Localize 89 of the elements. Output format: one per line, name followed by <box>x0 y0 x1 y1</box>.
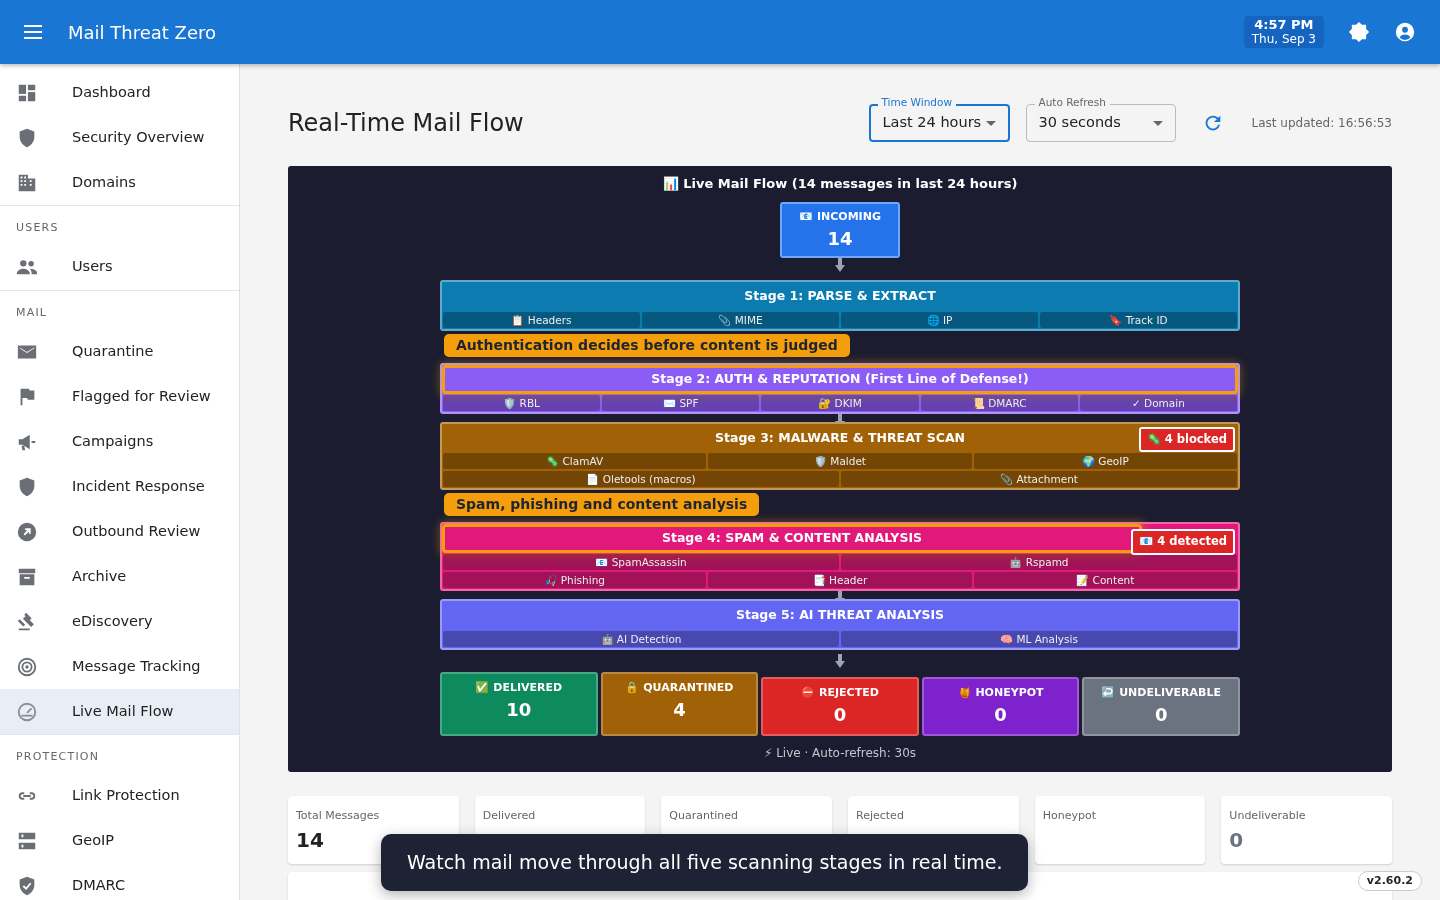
field-label: Time Window <box>877 96 956 109</box>
section-heading: USERS <box>0 205 239 245</box>
stat-value: 0 <box>1229 826 1244 854</box>
incoming-count: 14 <box>826 227 854 251</box>
sidebar-item[interactable]: Campaigns <box>0 419 239 464</box>
down-arrow-icon <box>834 258 846 272</box>
stat-label: Quarantined <box>669 808 740 825</box>
outcome-label: ⛔ REJECTED <box>800 684 880 701</box>
outcome-label: 🍯 HONEYPOT <box>956 684 1045 701</box>
app-title: Mail Threat Zero <box>68 20 216 45</box>
stage-title: Stage 2: AUTH & REPUTATION (First Line of Defense!) <box>442 364 1238 394</box>
arrow-circle-icon <box>16 520 38 543</box>
caret-icon <box>985 120 996 126</box>
menu-icon[interactable] <box>24 24 44 40</box>
sidebar-item[interactable]: DMARC <box>0 863 239 900</box>
outcome-count: 10 <box>505 698 533 723</box>
check-label: 🤖 AI Detection <box>443 630 839 647</box>
check-label: 📎 Attachment <box>841 471 1237 488</box>
sidebar-item[interactable]: Quarantine <box>0 329 239 374</box>
check-label: 🎣 Phishing <box>443 572 707 588</box>
sidebar-item[interactable]: GeoIP <box>0 818 239 864</box>
outcome-count: 0 <box>1153 703 1169 728</box>
status-badge: 🦠 4 blocked <box>1138 426 1235 452</box>
clock-date: Thu, Sep 3 <box>1251 32 1316 46</box>
section-heading: PROTECTION <box>0 734 239 774</box>
check-label: 📜 DMARC <box>920 394 1078 411</box>
sidebar-item[interactable]: Security Overview <box>0 115 239 160</box>
callout-label: Spam, phishing and content analysis <box>444 493 760 517</box>
check-label: ✓ Domain <box>1079 394 1237 411</box>
clock-time: 4:57 PM <box>1253 18 1315 33</box>
sidebar-item[interactable]: Dashboard <box>0 70 239 115</box>
check-label: 📧 SpamAssassin <box>443 554 839 570</box>
stage-title: Stage 3: MALWARE & THREAT SCAN <box>713 428 967 447</box>
status-badge: 📧 4 detected <box>1131 529 1235 555</box>
stage-title: Stage 5: AI THREAT ANALYSIS <box>734 606 946 624</box>
sidebar-item[interactable]: eDiscovery <box>0 599 239 644</box>
check-label: 📎 MIME <box>642 311 839 328</box>
sidebar-item[interactable]: Incident Response <box>0 464 239 509</box>
field-label: Auto Refresh <box>1034 96 1110 109</box>
check-label: 📑 Header <box>708 572 972 588</box>
stat-label: Undeliverable <box>1229 808 1307 825</box>
stat-label: Rejected <box>856 808 905 825</box>
server-icon <box>16 830 38 852</box>
outcome-count: 4 <box>672 698 687 723</box>
check-label: 🌐 IP <box>841 311 1038 328</box>
check-label: 🧠 ML Analysis <box>841 630 1237 647</box>
stat-label: Delivered <box>482 808 537 825</box>
sidebar-item[interactable]: Archive <box>0 554 239 599</box>
incoming-label: 📧 INCOMING <box>798 208 882 225</box>
sidebar-item[interactable]: Link Protection <box>0 773 239 819</box>
tooltip: Watch mail move through all five scanning stages in real time. <box>381 834 1029 891</box>
flow-title: 📊 Live Mail Flow (14 messages in last 24 hours) <box>662 175 1018 193</box>
outcome-count: 0 <box>993 703 1008 728</box>
check-label: 📝 Content <box>973 572 1237 588</box>
sidebar-item[interactable]: Outbound Review <box>0 509 239 554</box>
check-label: 🛡 Maldet <box>708 453 972 470</box>
stat-label: Total Messages <box>296 808 381 825</box>
check-label: 🦠 ClamAV <box>443 453 707 470</box>
check-label: ✉ SPF <box>602 394 760 411</box>
check-label: 📋 Headers <box>443 311 640 328</box>
outcome-label: ✅ DELIVERED <box>474 679 564 696</box>
caret-icon <box>1152 120 1163 126</box>
sidebar-item[interactable]: Users <box>0 244 239 290</box>
check-label: 📄 Oletools (macros) <box>443 471 839 488</box>
outcome-label: ↩ UNDELIVERABLE <box>1100 684 1222 701</box>
sidebar-item[interactable]: Message Tracking <box>0 644 239 689</box>
outcome-count: 0 <box>832 703 848 728</box>
live-status-text: ⚡ Live · Auto-refresh: 30s <box>763 745 917 763</box>
sidebar-item[interactable]: Domains <box>0 160 239 205</box>
section-heading: MAIL <box>0 289 239 329</box>
sidebar-item[interactable]: Live Mail Flow <box>0 689 239 734</box>
check-label: 🔖 Track ID <box>1040 311 1237 328</box>
account-icon[interactable] <box>1394 21 1416 43</box>
down-arrow-icon <box>834 653 846 668</box>
last-updated-text: Last updated: 16:56:53 <box>1251 115 1392 132</box>
gauge-icon <box>16 700 38 723</box>
sidebar-item[interactable]: Flagged for Review <box>0 374 239 419</box>
version-badge: v2.60.2 <box>1357 870 1422 891</box>
outcome-label: 🔒 QUARANTINED <box>624 679 735 696</box>
stage-title: Stage 1: PARSE & EXTRACT <box>743 287 937 305</box>
callout-label: Authentication decides before content is judged <box>444 333 850 357</box>
stat-value: 14 <box>296 826 324 854</box>
check-label: 🤖 Rspamd <box>841 554 1237 570</box>
check-label: 🛡 RBL <box>443 394 601 411</box>
target-icon <box>16 655 38 678</box>
check-label: 🌍 GeoIP <box>973 453 1237 470</box>
check-label: 🔐 DKIM <box>761 394 919 411</box>
page-title: Real-Time Mail Flow <box>288 108 524 138</box>
stat-label: Honeypot <box>1042 808 1097 825</box>
